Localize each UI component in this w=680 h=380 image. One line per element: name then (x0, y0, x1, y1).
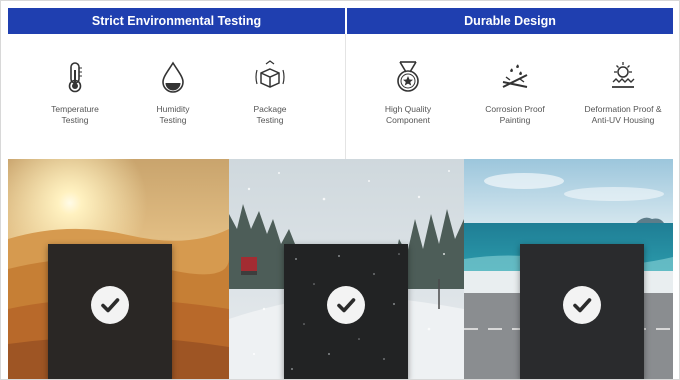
feature-high-quality-label: High Quality Component (384, 104, 432, 125)
package-icon (255, 60, 285, 88)
sun-shield-icon (612, 62, 635, 88)
feature-corrosion-proof: Corrosion Proof Painting (460, 60, 570, 126)
feature-temperature: Temperature Testing (20, 60, 130, 126)
corrosion-icon (502, 64, 528, 88)
feature-humidity: Humidity Testing (118, 60, 228, 126)
checkmark-icon (91, 286, 129, 324)
checkmark-icon (327, 286, 365, 324)
section-divider (345, 34, 346, 159)
thermometer-icon (68, 62, 82, 93)
feature-corrosion-proof-label: Corrosion Proof Painting (485, 104, 545, 125)
water-drop-icon (162, 61, 184, 93)
header-environmental-testing: Strict Environmental Testing (8, 8, 345, 34)
panel-snow (229, 159, 464, 379)
award-badge-icon (397, 61, 419, 92)
header-durable-label: Durable Design (464, 14, 556, 28)
feature-package-label: Package Testing (253, 104, 287, 125)
feature-temperature-label: Temperature Testing (51, 104, 99, 125)
feature-humidity-label: Humidity Testing (156, 104, 190, 125)
feature-deformation-proof: Deformation Proof & Anti-UV Housing (568, 60, 678, 126)
panel-seaside (464, 159, 673, 379)
feature-deformation-proof-label: Deformation Proof & Anti-UV Housing (584, 104, 662, 125)
feature-package: Package Testing (215, 60, 325, 126)
feature-high-quality: High Quality Component (353, 60, 463, 126)
header-environmental-label: Strict Environmental Testing (91, 14, 262, 28)
header-durable-design: Durable Design (347, 8, 673, 34)
panel-desert (8, 159, 229, 379)
checkmark-icon (563, 286, 601, 324)
